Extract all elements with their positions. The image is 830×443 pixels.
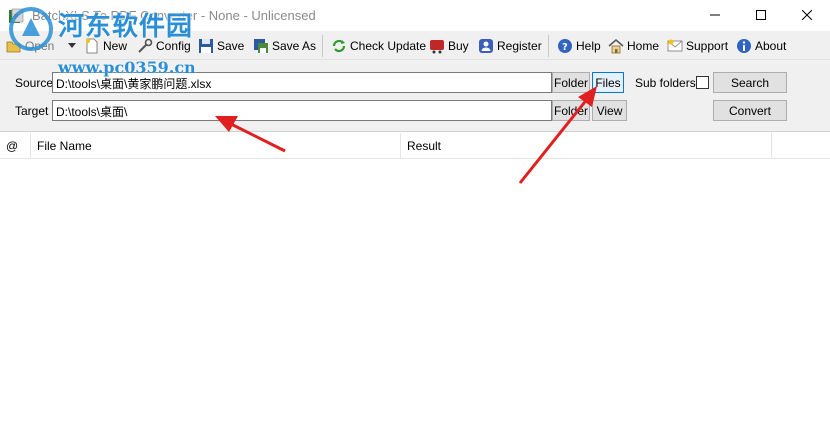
save-label: Save [217,38,245,53]
view-button[interactable]: View [592,100,627,121]
file-list[interactable]: @ File Name Result [0,133,830,443]
save-button[interactable]: Save [198,35,244,56]
files-button[interactable]: Files [592,72,624,93]
open-label: Open [25,38,55,53]
new-document-icon [86,38,98,53]
target-input[interactable]: D:\tools\桌面\ [52,100,552,121]
home-label: Home [627,38,660,53]
toolbar-separator [322,35,323,57]
chevron-down-icon[interactable] [68,43,76,48]
register-label: Register [497,38,542,53]
open-button[interactable]: Open [6,35,54,56]
register-icon [479,38,493,53]
save-as-button[interactable]: Save As [253,35,316,56]
about-button[interactable]: About [736,35,786,56]
info-icon [737,38,751,53]
support-icon [667,39,683,51]
about-label: About [755,38,787,53]
column-header-result[interactable]: Result [401,133,772,159]
config-label: Config [156,38,191,53]
source-folder-button[interactable]: Folder [552,72,590,93]
minimize-button[interactable] [692,0,738,31]
maximize-button[interactable] [738,0,784,31]
folder-open-icon [6,41,21,52]
source-target-panel: Source D:\tools\桌面\黄家鹏问题.xlsx Folder Fil… [0,60,830,132]
target-label: Target [15,104,49,118]
new-button[interactable]: New [84,35,127,56]
save-as-label: Save As [272,38,317,53]
sub-folders-checkbox[interactable] [696,76,709,89]
source-input[interactable]: D:\tools\桌面\黄家鹏问题.xlsx [52,72,552,93]
help-label: Help [576,38,601,53]
list-header: @ File Name Result [0,133,830,159]
target-folder-button[interactable]: Folder [552,100,590,121]
home-button[interactable]: Home [608,35,659,56]
save-icon [199,38,213,53]
buy-button[interactable]: Buy [429,35,469,56]
support-button[interactable]: Support [667,35,728,56]
buy-label: Buy [448,38,469,53]
shopping-cart-icon [430,39,444,53]
maximize-icon [756,10,766,20]
refresh-icon [332,39,346,52]
sub-folders-label: Sub folders [635,76,696,90]
search-button[interactable]: Search [713,72,787,93]
close-icon [802,10,812,20]
new-label: New [103,38,128,53]
window-title: BatchXLS To PDF Converter - None - Unlic… [32,8,316,23]
svg-text:P: P [14,13,18,21]
home-icon [608,38,624,53]
convert-button[interactable]: Convert [713,100,787,121]
close-button[interactable] [784,0,830,31]
check-update-button[interactable]: Check Update [331,35,426,56]
source-label: Source [15,76,54,90]
column-header-file-name[interactable]: File Name [31,133,401,159]
wrench-icon [138,38,153,53]
svg-text:?: ? [562,42,568,53]
help-icon: ? [558,38,572,53]
register-button[interactable]: Register [478,35,542,56]
title-bar: P BatchXLS To PDF Converter - None - Unl… [0,0,830,31]
toolbar-separator [548,35,549,57]
check-update-label: Check Update [350,38,427,53]
support-label: Support [686,38,729,53]
help-button[interactable]: ? Help [557,35,601,56]
config-button[interactable]: Config [137,35,191,56]
app-icon: P [9,8,24,23]
column-header-status[interactable]: @ [0,133,31,159]
save-as-icon [254,38,268,53]
minimize-icon [710,14,720,16]
toolbar: Open New Config Save Save As Check Updat… [0,31,830,60]
